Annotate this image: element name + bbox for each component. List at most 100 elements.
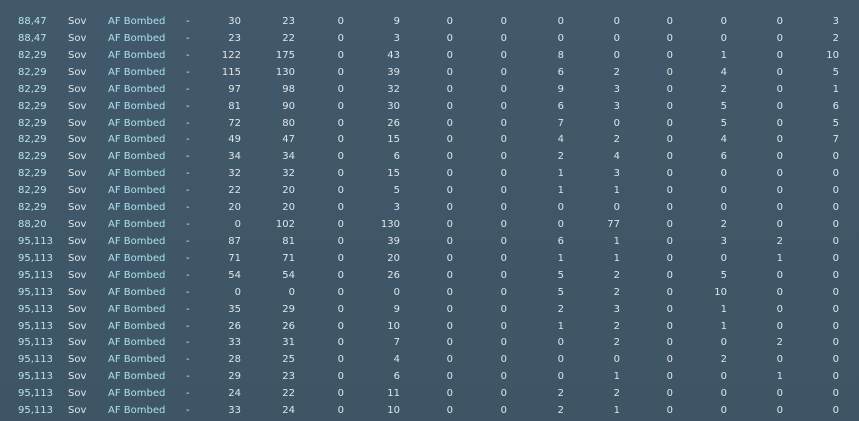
value-col-4: 4 xyxy=(393,354,400,366)
value-col-6: 0 xyxy=(500,66,507,78)
value-col-4: 30 xyxy=(387,100,400,112)
value-col-11: 0 xyxy=(776,269,783,281)
value-col-3: 0 xyxy=(337,405,344,417)
value-col-3: 0 xyxy=(337,320,344,332)
value-strength-a: 72 xyxy=(228,117,241,129)
value-col-9: 0 xyxy=(666,185,673,197)
value-col-5: 0 xyxy=(446,320,453,332)
separator-dash: - xyxy=(186,354,190,366)
table-row: 95,113 Sov AF Bombed -24 22 0 11 0 0 2 2 0 0 0 0 xyxy=(0,385,859,402)
value-col-5: 0 xyxy=(446,235,453,247)
side-label: Sov xyxy=(68,337,87,349)
value-col-10: 0 xyxy=(720,202,727,214)
value-strength-b: 31 xyxy=(282,337,295,349)
value-col-11: 0 xyxy=(776,151,783,163)
value-col-9: 0 xyxy=(666,337,673,349)
value-col-5: 0 xyxy=(446,134,453,146)
value-col-6: 0 xyxy=(500,303,507,315)
value-col-11: 0 xyxy=(776,16,783,27)
hex-coordinate: 95,113 xyxy=(18,371,53,383)
value-strength-b: 23 xyxy=(282,16,295,27)
hex-coordinate: 95,113 xyxy=(18,388,53,400)
value-strength-b: 175 xyxy=(275,49,295,61)
value-col-8: 4 xyxy=(613,151,620,163)
value-strength-b: 20 xyxy=(282,185,295,197)
value-col-12: 0 xyxy=(832,269,839,281)
value-col-6: 0 xyxy=(500,388,507,400)
value-col-9: 0 xyxy=(666,320,673,332)
value-col-5: 0 xyxy=(446,303,453,315)
value-strength-a: 22 xyxy=(228,185,241,197)
value-col-6: 0 xyxy=(500,252,507,264)
side-label: Sov xyxy=(68,100,87,112)
value-col-7: 0 xyxy=(557,371,564,383)
table-row: 88,20 Sov AF Bombed - 0 102 0 130 0 0 0 77 0 2 0 0 xyxy=(0,216,859,233)
value-col-5: 0 xyxy=(446,269,453,281)
value-col-3: 0 xyxy=(337,49,344,61)
value-strength-a: 122 xyxy=(221,49,241,61)
value-col-12: 0 xyxy=(832,151,839,163)
mission-type: AF Bombed xyxy=(108,354,166,366)
value-col-10: 1 xyxy=(720,320,727,332)
separator-dash: - xyxy=(186,388,190,400)
value-col-8: 1 xyxy=(613,252,620,264)
separator-dash: - xyxy=(186,269,190,281)
value-strength-b: 0 xyxy=(288,286,295,298)
value-col-3: 0 xyxy=(337,16,344,27)
value-col-12: 0 xyxy=(832,354,839,366)
value-col-9: 0 xyxy=(666,134,673,146)
separator-dash: - xyxy=(186,151,190,163)
value-col-6: 0 xyxy=(500,337,507,349)
value-col-7: 8 xyxy=(557,49,564,61)
value-col-9: 0 xyxy=(666,219,673,231)
table-row: 82,29 Sov AF Bombed - 49 47 0 15 0 0 4 2 0 4 0 7 xyxy=(0,131,859,148)
value-col-11: 0 xyxy=(776,168,783,180)
value-col-10: 6 xyxy=(720,151,727,163)
value-col-7: 2 xyxy=(557,405,564,417)
value-col-3: 0 xyxy=(337,388,344,400)
value-col-8: 3 xyxy=(613,303,620,315)
value-col-12: 0 xyxy=(832,202,839,214)
value-col-12: 7 xyxy=(832,134,839,146)
value-col-10: 0 xyxy=(720,16,727,27)
value-strength-b: 26 xyxy=(282,320,295,332)
value-col-10: 10 xyxy=(714,286,727,298)
value-col-8: 0 xyxy=(613,117,620,129)
value-col-4: 9 xyxy=(393,303,400,315)
mission-type: AF Bombed xyxy=(108,117,166,129)
table-row: 82,29 Sov AF Bombed -122 175 0 43 0 0 8 0 0 1 0 10 xyxy=(0,47,859,64)
value-col-12: 0 xyxy=(832,286,839,298)
value-col-8: 1 xyxy=(613,371,620,383)
value-strength-b: 24 xyxy=(282,405,295,417)
hex-coordinate: 82,29 xyxy=(18,134,47,146)
value-col-7: 2 xyxy=(557,303,564,315)
value-strength-a: 26 xyxy=(228,320,241,332)
value-strength-b: 22 xyxy=(282,32,295,44)
value-strength-b: 54 xyxy=(282,269,295,281)
value-col-4: 15 xyxy=(387,168,400,180)
hex-coordinate: 82,29 xyxy=(18,100,47,112)
value-col-11: 0 xyxy=(776,388,783,400)
value-col-3: 0 xyxy=(337,337,344,349)
value-col-9: 0 xyxy=(666,83,673,95)
hex-coordinate: 82,29 xyxy=(18,117,47,129)
value-col-4: 10 xyxy=(387,320,400,332)
value-col-10: 0 xyxy=(720,337,727,349)
value-strength-a: 0 xyxy=(234,286,241,298)
value-col-9: 0 xyxy=(666,66,673,78)
mission-type: AF Bombed xyxy=(108,235,166,247)
mission-type: AF Bombed xyxy=(108,388,166,400)
value-col-5: 0 xyxy=(446,49,453,61)
value-col-4: 20 xyxy=(387,252,400,264)
value-col-9: 0 xyxy=(666,151,673,163)
value-col-8: 0 xyxy=(613,32,620,44)
value-col-8: 3 xyxy=(613,83,620,95)
value-col-10: 5 xyxy=(720,100,727,112)
table-row: 82,29 Sov AF Bombed - 32 32 0 15 0 0 1 3 0 0 0 0 xyxy=(0,165,859,182)
value-strength-a: 54 xyxy=(228,269,241,281)
hex-coordinate: 95,113 xyxy=(18,320,53,332)
hex-coordinate: 95,113 xyxy=(18,405,53,417)
value-col-10: 4 xyxy=(720,66,727,78)
side-label: Sov xyxy=(68,16,87,27)
mission-type: AF Bombed xyxy=(108,269,166,281)
